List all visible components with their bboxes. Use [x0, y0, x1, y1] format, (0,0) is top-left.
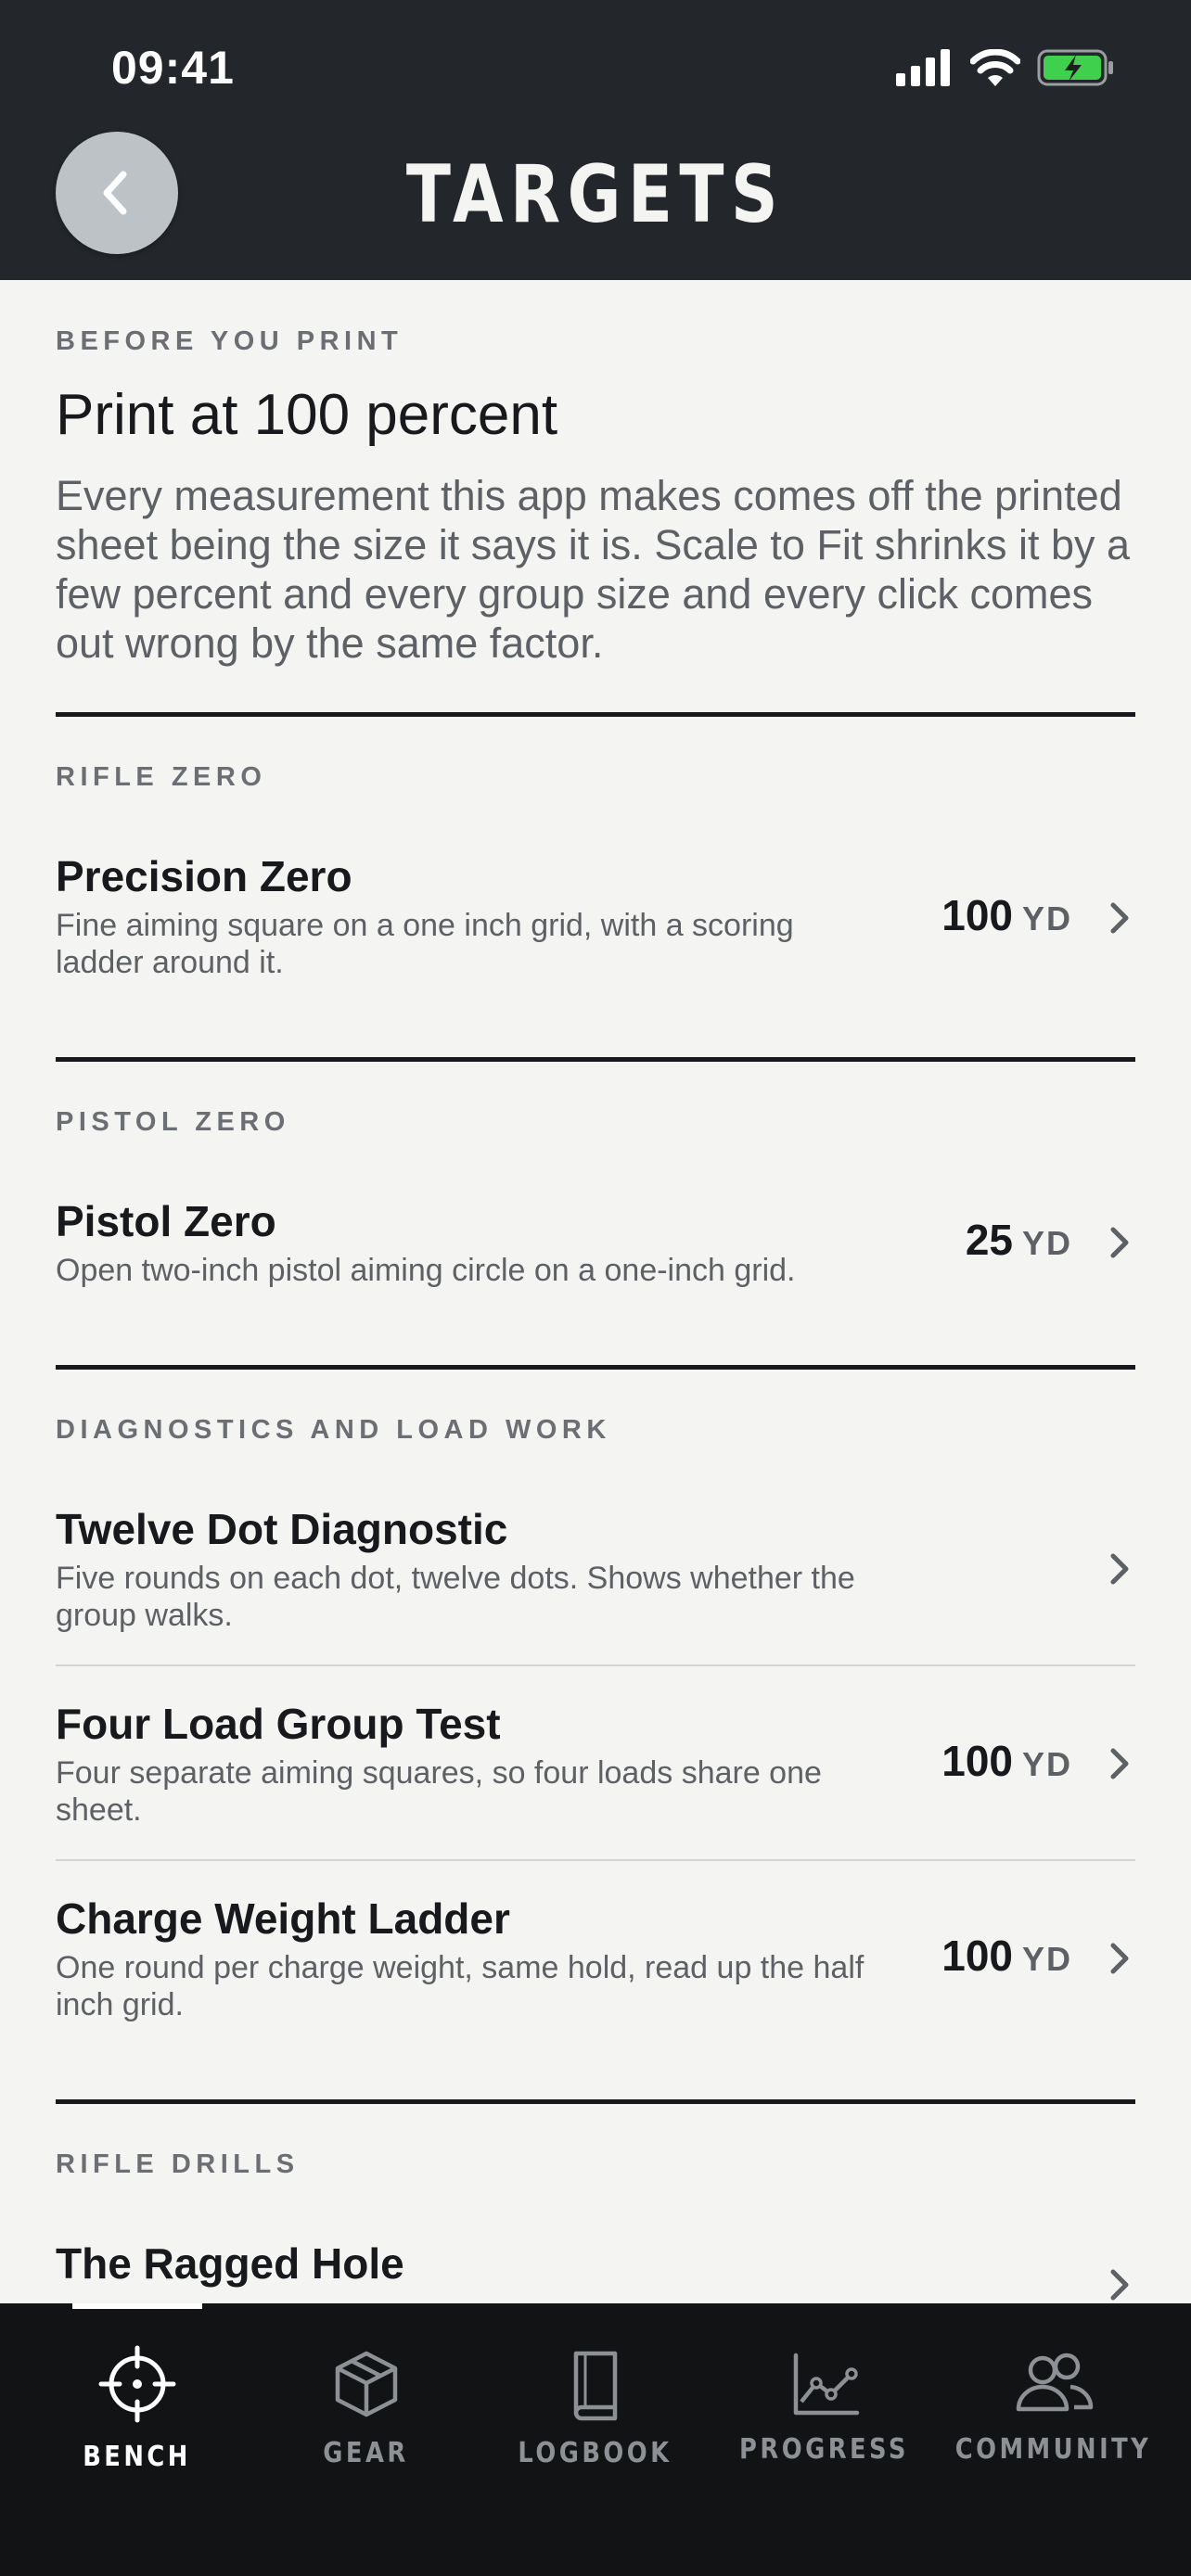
- chevron-right-icon: [1110, 2269, 1129, 2301]
- target-title: Pistol Zero: [56, 1197, 276, 1245]
- tab-label: BENCH: [83, 2441, 191, 2473]
- target-description: Five rounds on each dot, twelve dots. Sh…: [56, 1561, 855, 1633]
- distance-unit: YD: [1021, 899, 1072, 937]
- print-notice-body: Every measurement this app makes comes o…: [56, 472, 1131, 667]
- section-label-diagnostics: DIAGNOSTICS AND LOAD WORK: [56, 1415, 611, 1445]
- target-description: One round per charge weight, same hold, …: [56, 1950, 864, 2022]
- distance-value: 25: [965, 1216, 1013, 1264]
- target-distance: 25 YD: [966, 1215, 1072, 1265]
- distance-value: 100: [941, 1737, 1013, 1785]
- chevron-right-icon: [1110, 1227, 1129, 1258]
- tab-progress[interactable]: PROGRESS: [710, 2331, 939, 2480]
- wifi-icon: [970, 49, 1020, 86]
- distance-value: 100: [941, 1932, 1013, 1980]
- section-label-before-you-print: BEFORE YOU PRINT: [56, 326, 403, 356]
- target-distance: 100 YD: [941, 1736, 1072, 1786]
- target-row-the-ragged-hole[interactable]: The Ragged Hole: [56, 2238, 1135, 2303]
- distance-unit: YD: [1021, 1224, 1072, 1262]
- tab-bar: BENCH GEAR LOGBOOK PROGRESS COMMUNITY: [0, 2303, 1191, 2576]
- tab-label: PROGRESS: [739, 2433, 909, 2466]
- target-row-pistol-zero[interactable]: Pistol Zero Open two-inch pistol aiming …: [56, 1196, 1135, 1298]
- cellular-signal-icon: [896, 49, 950, 86]
- battery-charging-icon: [1037, 49, 1113, 86]
- active-tab-indicator: [72, 2303, 202, 2309]
- target-title: Twelve Dot Diagnostic: [56, 1505, 508, 1553]
- tab-bench[interactable]: BENCH: [22, 2331, 251, 2480]
- book-icon: [573, 2351, 617, 2421]
- tab-gear[interactable]: GEAR: [251, 2331, 480, 2480]
- section-divider: [56, 2099, 1135, 2104]
- targets-list[interactable]: BEFORE YOU PRINT Print at 100 percent Ev…: [0, 280, 1191, 2303]
- target-title: Precision Zero: [56, 852, 352, 900]
- row-divider: [56, 1664, 1135, 1666]
- crosshair-icon: [98, 2345, 175, 2423]
- section-divider: [56, 1365, 1135, 1370]
- box-icon: [335, 2351, 397, 2417]
- tab-community[interactable]: COMMUNITY: [939, 2331, 1168, 2480]
- chevron-right-icon: [1110, 1748, 1129, 1779]
- target-title: The Ragged Hole: [56, 2239, 404, 2288]
- row-divider: [56, 1859, 1135, 1861]
- status-icons: [896, 45, 1115, 91]
- tab-label: COMMUNITY: [954, 2433, 1152, 2466]
- target-description: Open two-inch pistol aiming circle on a …: [56, 1253, 796, 1288]
- chevron-right-icon: [1110, 1553, 1129, 1585]
- tab-label: LOGBOOK: [518, 2437, 672, 2469]
- header: 09:41 TARGETS: [0, 0, 1191, 280]
- chevron-right-icon: [1110, 1943, 1129, 1974]
- section-label-pistol-zero: PISTOL ZERO: [56, 1107, 290, 1137]
- target-distance: 100 YD: [941, 1931, 1072, 1981]
- page-title: TARGETS: [405, 148, 786, 241]
- section-divider: [56, 712, 1135, 717]
- line-chart-icon: [793, 2353, 859, 2416]
- target-description: Fine aiming square on a one inch grid, w…: [56, 908, 794, 980]
- target-row-four-load-group-test[interactable]: Four Load Group Test Four separate aimin…: [56, 1699, 1135, 1838]
- target-title: Four Load Group Test: [56, 1700, 501, 1748]
- chevron-right-icon: [1110, 902, 1129, 934]
- target-row-twelve-dot-diagnostic[interactable]: Twelve Dot Diagnostic Five rounds on eac…: [56, 1504, 1135, 1643]
- targets-screen: 09:41 TARGETS BEFORE YOU PRINT Print at …: [0, 0, 1191, 2576]
- print-notice-title: Print at 100 percent: [56, 383, 558, 447]
- tab-logbook[interactable]: LOGBOOK: [480, 2331, 710, 2480]
- target-row-precision-zero[interactable]: Precision Zero Fine aiming square on a o…: [56, 851, 1135, 992]
- distance-value: 100: [941, 891, 1013, 939]
- target-row-charge-weight-ladder[interactable]: Charge Weight Ladder One round per charg…: [56, 1894, 1135, 2033]
- section-divider: [56, 1057, 1135, 1062]
- section-label-rifle-zero: RIFLE ZERO: [56, 762, 267, 792]
- target-description: Four separate aiming squares, so four lo…: [56, 1755, 822, 1828]
- status-time: 09:41: [111, 42, 235, 94]
- section-label-rifle-drills: RIFLE DRILLS: [56, 2149, 300, 2179]
- tab-label: GEAR: [323, 2437, 409, 2469]
- distance-unit: YD: [1021, 1745, 1072, 1783]
- target-title: Charge Weight Ladder: [56, 1894, 510, 1943]
- distance-unit: YD: [1021, 1940, 1072, 1978]
- people-icon: [1016, 2353, 1093, 2412]
- target-distance: 100 YD: [941, 890, 1072, 940]
